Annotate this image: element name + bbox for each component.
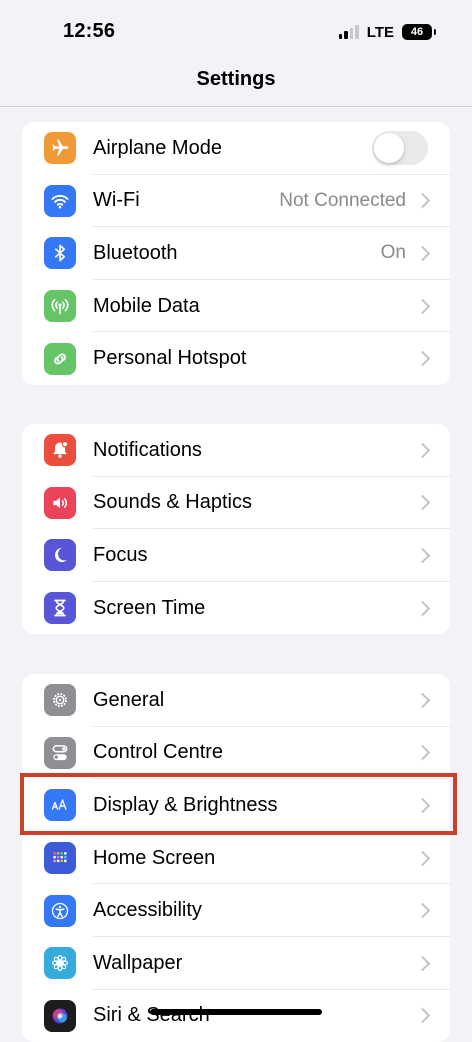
settings-row-focus[interactable]: Focus bbox=[22, 529, 450, 582]
siri-icon bbox=[44, 999, 76, 1032]
settings-row-airplane-mode[interactable]: Airplane Mode bbox=[22, 122, 450, 175]
row-label: Personal Hotspot bbox=[93, 347, 247, 370]
accessibility-icon bbox=[44, 894, 76, 927]
wifi-icon bbox=[44, 184, 76, 217]
bluetooth-icon bbox=[44, 237, 76, 270]
bell-icon bbox=[44, 434, 76, 467]
antenna-icon bbox=[44, 290, 76, 323]
chevron-right-icon bbox=[414, 1008, 431, 1024]
nav-divider bbox=[0, 106, 472, 107]
airplane-mode-toggle[interactable] bbox=[372, 131, 428, 166]
row-label: General bbox=[93, 688, 165, 711]
status-bar: 12:56 LTE 46 bbox=[0, 0, 472, 62]
chevron-right-icon bbox=[414, 797, 431, 814]
airplane-icon bbox=[44, 132, 76, 165]
speaker-icon bbox=[44, 486, 76, 519]
gear-icon bbox=[44, 684, 76, 717]
settings-row-siri-search[interactable]: Siri & Search bbox=[22, 990, 450, 1042]
flower-icon bbox=[44, 947, 76, 980]
switches-icon bbox=[44, 736, 76, 769]
status-indicators: LTE 46 bbox=[338, 22, 436, 42]
chevron-right-icon bbox=[414, 495, 431, 511]
row-detail: On bbox=[380, 242, 406, 264]
row-label: Display & Brightness bbox=[93, 793, 278, 816]
chevron-right-icon bbox=[414, 245, 431, 262]
settings-row-general[interactable]: General bbox=[22, 674, 450, 727]
status-time: 12:56 bbox=[63, 20, 116, 42]
row-label: Wallpaper bbox=[93, 951, 183, 974]
chevron-right-icon bbox=[414, 442, 431, 459]
settings-row-personal-hotspot[interactable]: Personal Hotspot bbox=[22, 332, 450, 385]
hourglass-icon bbox=[44, 592, 76, 625]
home-indicator[interactable] bbox=[150, 1009, 322, 1015]
chevron-right-icon bbox=[414, 850, 431, 866]
chevron-right-icon bbox=[414, 600, 431, 616]
cellular-signal-icon bbox=[338, 25, 359, 39]
page-title: Settings bbox=[196, 68, 276, 90]
battery-level: 46 bbox=[410, 26, 424, 38]
chevron-right-icon bbox=[414, 902, 431, 919]
chevron-right-icon bbox=[414, 745, 431, 761]
row-label: Screen Time bbox=[93, 596, 206, 619]
row-label: Focus bbox=[93, 543, 148, 566]
settings-group-notifications: Notifications Sounds & Haptics Focus Scr… bbox=[22, 424, 450, 635]
settings-row-screen-time[interactable]: Screen Time bbox=[22, 582, 450, 635]
settings-row-wallpaper[interactable]: Wallpaper bbox=[22, 937, 450, 990]
hotspot-icon bbox=[44, 342, 76, 375]
row-label: Sounds & Haptics bbox=[93, 491, 252, 514]
settings-row-sounds-haptics[interactable]: Sounds & Haptics bbox=[22, 477, 450, 530]
row-label: Control Centre bbox=[93, 741, 224, 764]
settings-row-home-screen[interactable]: Home Screen bbox=[22, 832, 450, 885]
settings-row-display-brightness[interactable]: Display & Brightness bbox=[22, 779, 450, 832]
settings-row-mobile-data[interactable]: Mobile Data bbox=[22, 280, 450, 333]
chevron-right-icon bbox=[414, 350, 431, 367]
settings-row-bluetooth[interactable]: Bluetooth On bbox=[22, 227, 450, 280]
network-type: LTE bbox=[366, 23, 394, 41]
chevron-right-icon bbox=[414, 692, 431, 709]
settings-row-accessibility[interactable]: Accessibility bbox=[22, 884, 450, 937]
app-grid-icon bbox=[44, 842, 76, 875]
settings-group-connectivity: Airplane Mode Wi-Fi Not Connected Blueto… bbox=[22, 122, 450, 385]
moon-icon bbox=[44, 539, 76, 572]
chevron-right-icon bbox=[414, 955, 431, 972]
row-detail: Not Connected bbox=[279, 189, 406, 211]
settings-row-notifications[interactable]: Notifications bbox=[22, 424, 450, 477]
text-size-icon bbox=[44, 789, 76, 822]
row-label: Home Screen bbox=[93, 846, 216, 869]
row-label: Airplane Mode bbox=[93, 136, 222, 159]
battery-icon: 46 bbox=[402, 24, 436, 40]
chevron-right-icon bbox=[414, 298, 431, 314]
settings-row-control-centre[interactable]: Control Centre bbox=[22, 727, 450, 780]
row-label: Accessibility bbox=[93, 899, 202, 922]
settings-group-general: General Control Centre Display & Brightn… bbox=[22, 674, 450, 1042]
row-label: Notifications bbox=[93, 438, 202, 461]
row-label: Mobile Data bbox=[93, 294, 200, 317]
row-label: Bluetooth bbox=[93, 241, 178, 264]
chevron-right-icon bbox=[414, 547, 431, 564]
chevron-right-icon bbox=[414, 193, 431, 209]
settings-row-wifi[interactable]: Wi-Fi Not Connected bbox=[22, 175, 450, 228]
row-label: Wi-Fi bbox=[93, 189, 140, 212]
